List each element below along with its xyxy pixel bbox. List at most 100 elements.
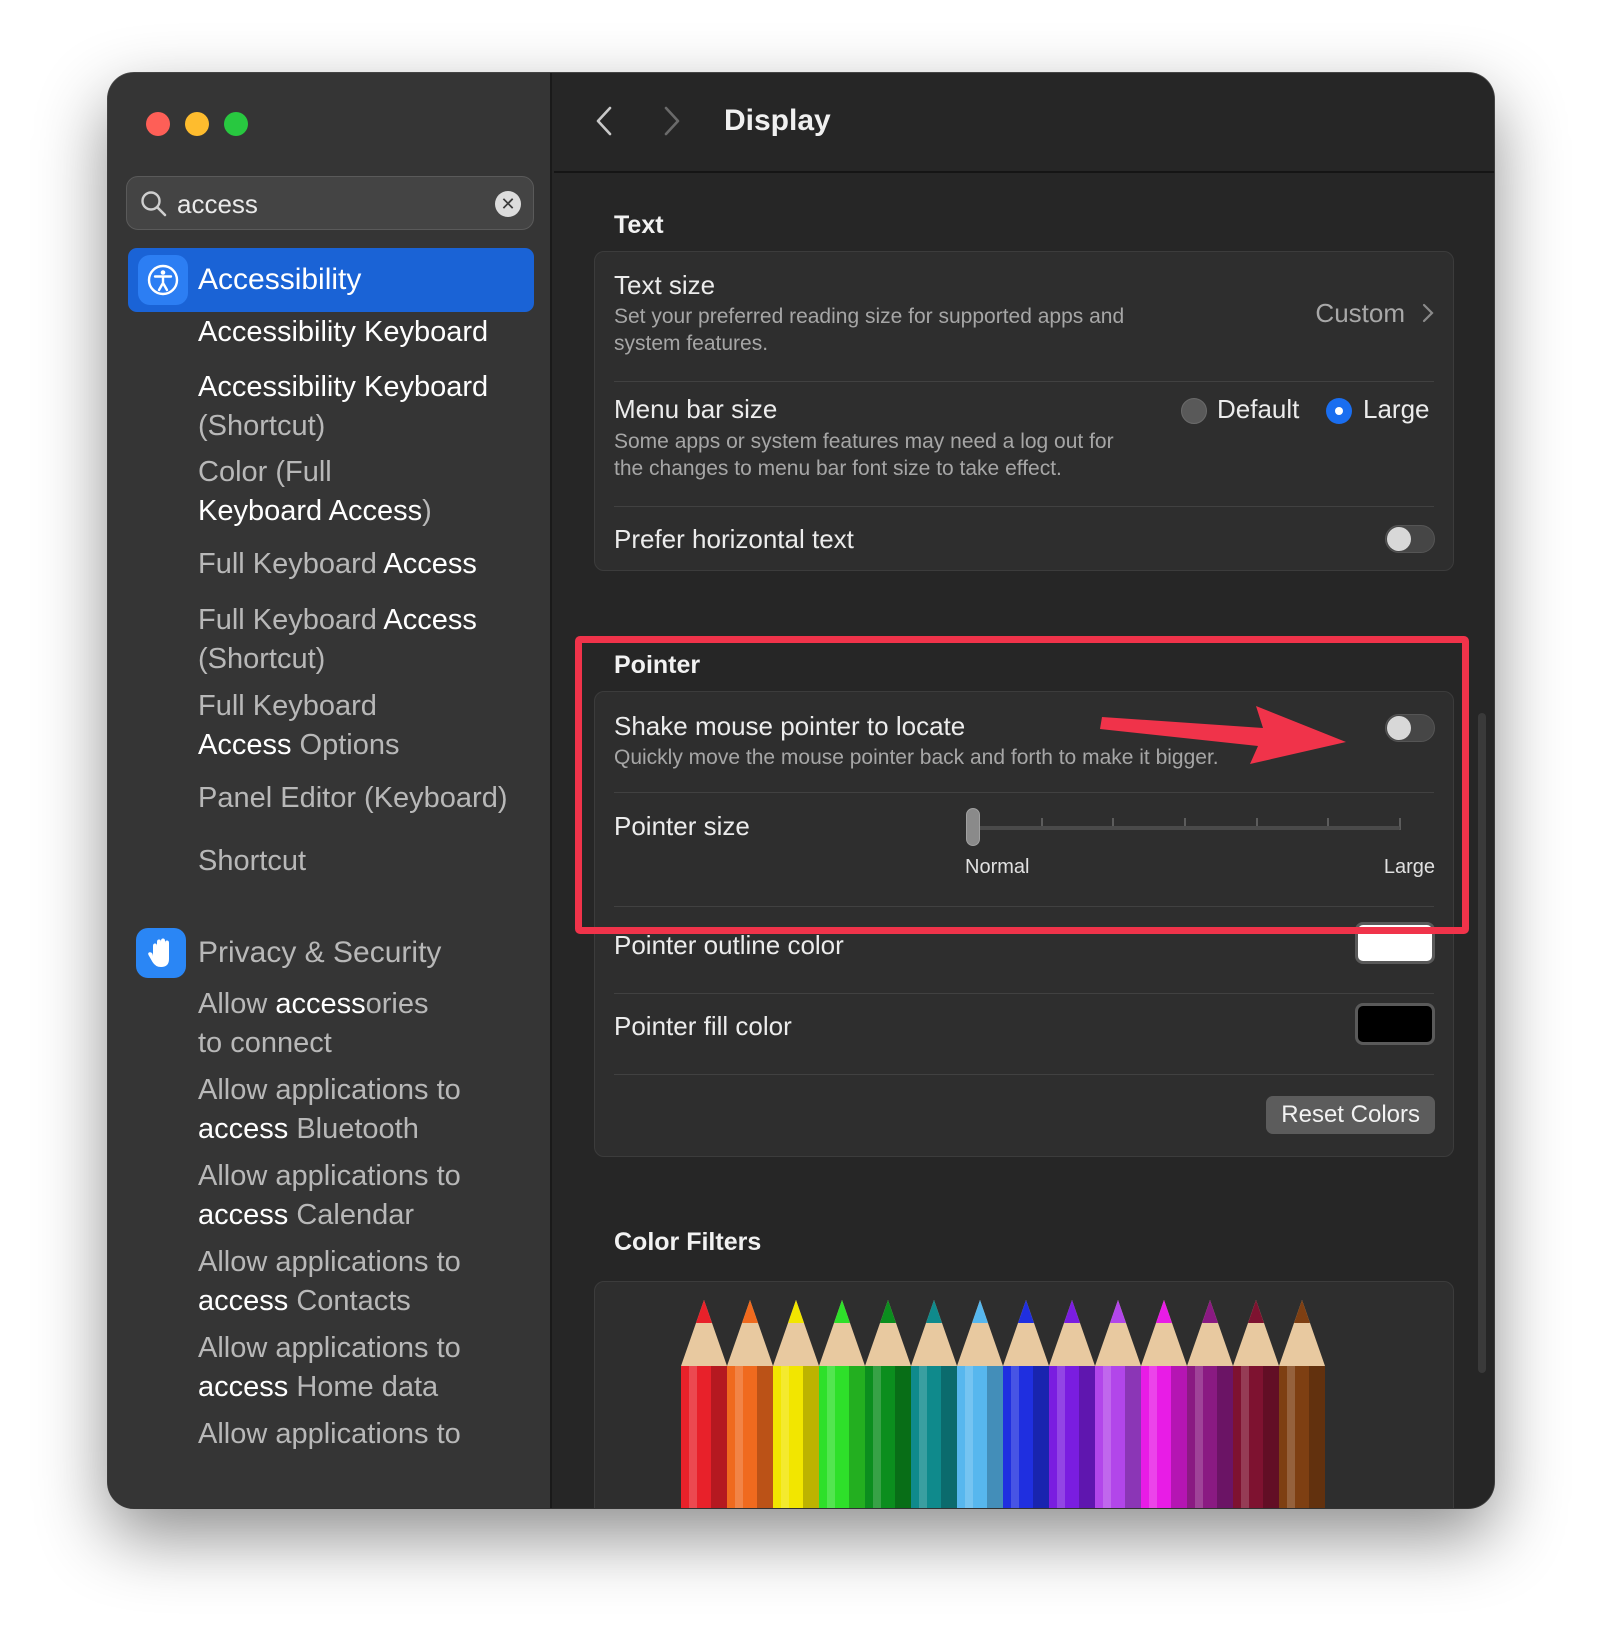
pencil-6 [911,1300,957,1508]
pencil-7 [957,1300,1003,1508]
slider-max-label: Large [1383,856,1435,878]
shake-pointer-title: Shake mouse pointer to locate [614,711,966,741]
text-size-description: Set your preferred reading size for supp… [614,305,1125,355]
divider [614,381,1434,382]
prefer-horizontal-text-title: Prefer horizontal text [614,524,854,554]
nav-text: Panel Editor (Keyboard) [198,782,508,814]
divider [614,506,1434,507]
close-window-button[interactable] [146,112,170,136]
pencil-13 [1233,1300,1279,1508]
hand-icon [136,928,186,978]
nav-text-match: Access [198,729,292,761]
clear-search-icon[interactable]: ✕ [495,191,521,217]
zoom-window-button[interactable] [224,112,248,136]
pencil-1 [681,1300,727,1508]
nav-text-match: Access [383,604,477,636]
menu-bar-size-description: Some apps or system features may need a … [614,430,1114,480]
minimize-window-button[interactable] [185,112,209,136]
pencil-5 [865,1300,911,1508]
nav-text: (Shortcut) [198,410,326,442]
main-pane: Display Text Text size Set your preferre… [554,73,1494,1508]
nav-text-match: Accessibility Keyboard [198,371,489,403]
sidebar-privacy-item-2[interactable]: Allow applications to access Bluetooth [198,1071,548,1149]
nav-text: Allow applications to [198,1332,461,1364]
sidebar-item-5[interactable]: Full Keyboard Access (Shortcut) [198,601,548,679]
nav-text-match: Access [383,548,477,580]
pencil-3 [773,1300,819,1508]
sidebar-privacy-item-6[interactable]: Allow applications to [198,1415,548,1454]
accessibility-icon [138,255,188,305]
pointer-fill-color-well[interactable] [1355,1003,1435,1045]
pencil-14 [1279,1300,1325,1508]
toggle-knob [1387,527,1411,551]
text-size-value[interactable]: Custom [1315,296,1405,330]
search-input[interactable] [177,185,477,223]
sidebar-privacy-item-1[interactable]: Allow accessories to connect [198,985,548,1063]
radio-large[interactable] [1326,398,1352,424]
sidebar-item-label: Accessibility [198,263,362,296]
toolbar: Display [554,73,1494,173]
radio-default[interactable] [1181,398,1207,424]
scrollbar[interactable] [1478,713,1486,1373]
sidebar-privacy-item-4[interactable]: Allow applications to access Contacts [198,1243,548,1321]
search-field[interactable]: ✕ [126,176,534,230]
chevron-right-icon[interactable] [660,104,684,138]
sidebar-item-1[interactable]: Accessibility Keyboard [198,313,548,352]
nav-text: Full Keyboard [198,548,384,580]
sidebar-privacy-item-3[interactable]: Allow applications to access Calendar [198,1157,548,1235]
nav-text: Home data [288,1371,439,1403]
radio-default-label[interactable]: Default [1217,392,1299,426]
pointer-outline-color-well[interactable] [1355,922,1435,964]
slider-track[interactable] [970,826,1400,830]
annotation-arrow-icon [1100,706,1346,764]
nav-text: Allow [198,988,276,1020]
sidebar-item-accessibility[interactable]: Accessibility [128,248,534,312]
settings-window: ✕ Accessibility Privacy & Security Acces… [108,73,1494,1508]
pointer-size-title: Pointer size [614,811,750,841]
sidebar-item-2[interactable]: Accessibility Keyboard (Shortcut) [198,368,548,446]
reset-colors-button[interactable]: Reset Colors [1266,1096,1435,1134]
sidebar-item-label: Privacy & Security [198,936,442,969]
pointer-fill-color-title: Pointer fill color [614,1011,792,1041]
nav-text-match: access [198,1371,289,1403]
sidebar-item-6[interactable]: Full Keyboard Access Options [198,687,548,765]
nav-text-match: Keyboard Access [198,495,423,527]
sidebar-item-4[interactable]: Full Keyboard Access [198,545,548,584]
nav-text: Contacts [288,1285,411,1317]
sidebar-item-8[interactable]: Shortcut [198,842,548,881]
page-title: Display [724,104,831,137]
pencil-9 [1049,1300,1095,1508]
nav-text: Full Keyboard [198,604,384,636]
sidebar: ✕ Accessibility Privacy & Security Acces… [108,73,552,1508]
nav-text: Full Keyboard [198,690,377,722]
text-size-title: Text size [614,270,716,300]
prefer-horizontal-text-toggle[interactable] [1385,525,1435,553]
slider-thumb[interactable] [966,808,980,846]
pointer-outline-color-title: Pointer outline color [614,930,844,960]
nav-text: Color (Full [198,456,332,488]
nav-text: Allow applications to [198,1074,461,1106]
nav-text: Allow applications to [198,1418,461,1450]
chevron-left-icon[interactable] [592,104,616,138]
divider [614,792,1434,793]
toggle-knob [1387,716,1411,740]
radio-large-label[interactable]: Large [1363,392,1430,426]
nav-text-match: access [198,1199,289,1231]
divider [614,906,1434,907]
nav-text: Shortcut [198,845,306,877]
chevron-right-icon[interactable] [1421,302,1435,324]
sidebar-item-7[interactable]: Panel Editor (Keyboard) [198,779,548,818]
sidebar-privacy-item-5[interactable]: Allow applications to access Home data [198,1329,548,1407]
nav-text-match: access [275,988,366,1020]
pencil-11 [1141,1300,1187,1508]
shake-pointer-toggle[interactable] [1385,714,1435,742]
nav-text: Calendar [288,1199,415,1231]
nav-text-match: Accessibility Keyboard [198,316,489,348]
nav-text: Bluetooth [288,1113,419,1145]
pencil-10 [1095,1300,1141,1508]
sidebar-item-3[interactable]: Color (Full Keyboard Access) [198,453,548,531]
divider [614,1074,1434,1075]
color-pencils-image [681,1300,1325,1508]
nav-text: (Shortcut) [198,643,326,675]
nav-text: ) [422,495,432,527]
